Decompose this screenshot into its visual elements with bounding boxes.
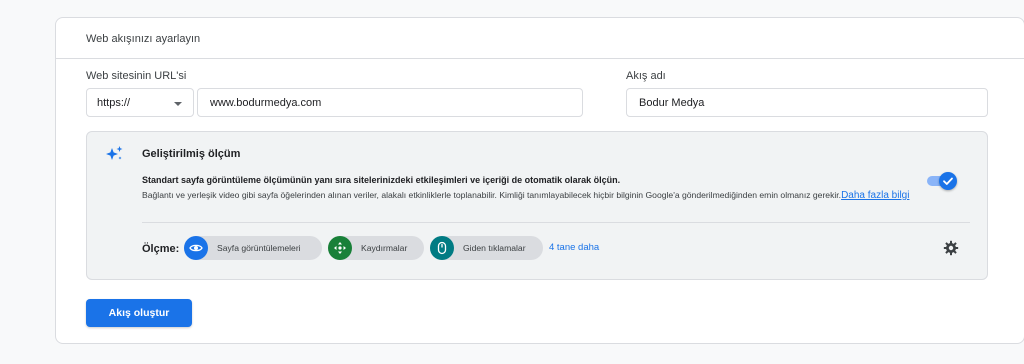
toggle-knob [939, 172, 957, 190]
create-stream-button[interactable]: Akış oluştur [86, 299, 192, 327]
protocol-selected-value: https:// [97, 97, 131, 109]
enhanced-measurement-description: Standart sayfa görüntüleme ölçümünün yan… [142, 175, 621, 185]
card-title: Web akışınızı ayarlayın [86, 33, 201, 45]
chip-label: Sayfa görüntülemeleri [217, 243, 301, 253]
eye-icon [184, 236, 208, 260]
measure-label: Ölçme: [142, 243, 180, 255]
protocol-select[interactable]: https:// [86, 88, 194, 117]
chevron-down-icon [174, 102, 182, 106]
divider [142, 222, 970, 223]
chip-scrolls[interactable]: Kaydırmalar [328, 236, 424, 260]
enhanced-measurement-title: Geliştirilmiş ölçüm [142, 148, 241, 160]
checkmark-icon [943, 177, 953, 185]
learn-more-link[interactable]: Daha fazla bilgi [841, 190, 909, 201]
enhanced-measurement-toggle[interactable] [927, 170, 959, 192]
chip-label: Giden tıklamalar [463, 243, 526, 253]
stream-name-input[interactable] [626, 88, 988, 117]
website-url-input[interactable] [197, 88, 583, 117]
enhanced-measurement-subtext: Bağlantı ve yerleşik video gibi sayfa öğ… [142, 188, 932, 203]
more-events-link[interactable]: 4 tane daha [549, 242, 599, 253]
chip-label: Kaydırmalar [361, 243, 408, 253]
enhanced-measurement-panel: Geliştirilmiş ölçüm Standart sayfa görün… [86, 131, 988, 280]
url-field-label: Web sitesinin URL'si [86, 70, 187, 82]
sparkle-icon [105, 144, 125, 164]
gear-icon[interactable] [943, 240, 959, 256]
chip-page-views[interactable]: Sayfa görüntülemeleri [184, 236, 322, 260]
mouse-icon [430, 236, 454, 260]
privacy-note: Bağlantı ve yerleşik video gibi sayfa öğ… [142, 190, 842, 200]
chip-outbound-clicks[interactable]: Giden tıklamalar [430, 236, 543, 260]
card-header: Web akışınızı ayarlayın [56, 18, 1024, 59]
web-stream-setup-card: Web akışınızı ayarlayın Web sitesinin UR… [55, 17, 1024, 344]
scroll-arrows-icon [328, 236, 352, 260]
stream-name-label: Akış adı [626, 70, 666, 82]
